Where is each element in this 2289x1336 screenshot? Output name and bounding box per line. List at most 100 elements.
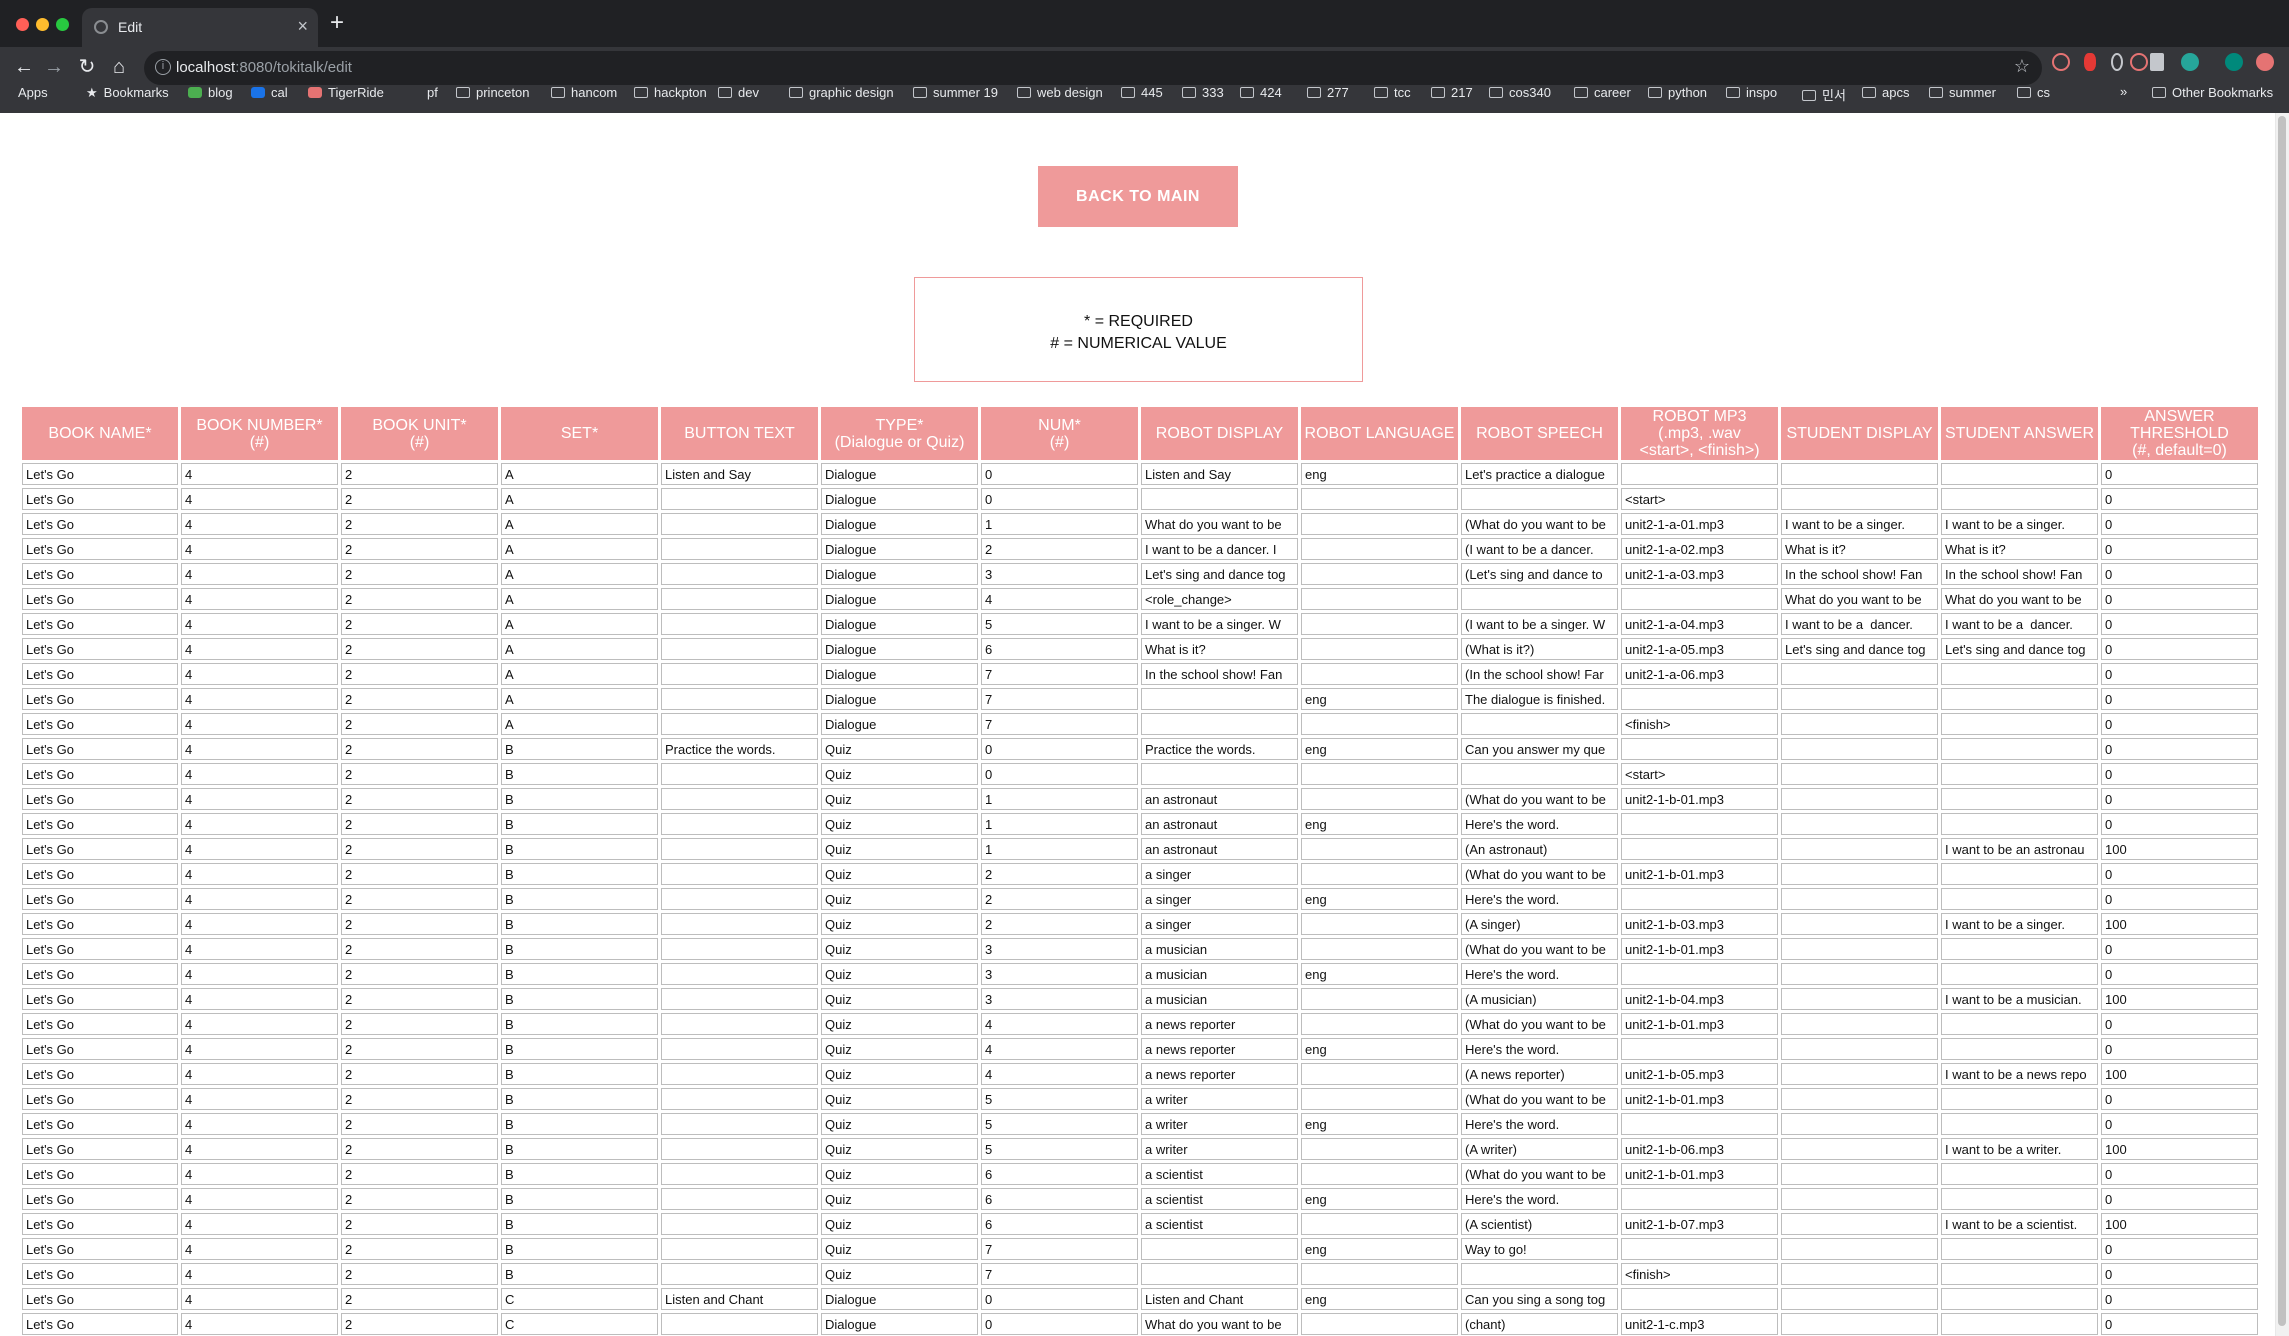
cell-input[interactable] <box>181 913 338 935</box>
cell-input[interactable] <box>341 613 498 635</box>
cell-input[interactable] <box>981 938 1138 960</box>
new-tab-button[interactable]: + <box>330 11 344 35</box>
cell-input[interactable] <box>1781 863 1938 885</box>
cell-input[interactable] <box>181 463 338 485</box>
back-arrow-icon[interactable]: ← <box>10 53 38 81</box>
cell-input[interactable] <box>22 813 178 835</box>
cell-input[interactable] <box>821 488 978 510</box>
cell-input[interactable] <box>1461 513 1618 535</box>
cell-input[interactable] <box>1141 788 1298 810</box>
cell-input[interactable] <box>1301 988 1458 1010</box>
cell-input[interactable] <box>1301 1113 1458 1135</box>
cell-input[interactable] <box>1461 913 1618 935</box>
cell-input[interactable] <box>661 1038 818 1060</box>
cell-input[interactable] <box>1141 1263 1298 1285</box>
cell-input[interactable] <box>341 1163 498 1185</box>
cell-input[interactable] <box>981 663 1138 685</box>
cell-input[interactable] <box>181 988 338 1010</box>
cell-input[interactable] <box>1941 663 2098 685</box>
cell-input[interactable] <box>981 1288 1138 1310</box>
cell-input[interactable] <box>1461 663 1618 685</box>
cell-input[interactable] <box>1941 1063 2098 1085</box>
cell-input[interactable] <box>1621 1063 1778 1085</box>
cell-input[interactable] <box>1621 463 1778 485</box>
cell-input[interactable] <box>821 1288 978 1310</box>
cell-input[interactable] <box>1301 1038 1458 1060</box>
cell-input[interactable] <box>1621 638 1778 660</box>
cell-input[interactable] <box>981 613 1138 635</box>
cell-input[interactable] <box>181 488 338 510</box>
cell-input[interactable] <box>501 663 658 685</box>
cell-input[interactable] <box>2101 1038 2258 1060</box>
cell-input[interactable] <box>501 888 658 910</box>
cell-input[interactable] <box>181 713 338 735</box>
cell-input[interactable] <box>821 838 978 860</box>
cell-input[interactable] <box>2101 713 2258 735</box>
cell-input[interactable] <box>2101 888 2258 910</box>
cell-input[interactable] <box>22 1313 178 1335</box>
cell-input[interactable] <box>181 1138 338 1160</box>
bookmark-17[interactable]: tcc <box>1374 85 1411 100</box>
cell-input[interactable] <box>821 1113 978 1135</box>
cell-input[interactable] <box>1941 538 2098 560</box>
cell-input[interactable] <box>2101 988 2258 1010</box>
cell-input[interactable] <box>2101 688 2258 710</box>
cell-input[interactable] <box>1621 1263 1778 1285</box>
bookmark-23[interactable]: 민서 <box>1802 85 1846 104</box>
cell-input[interactable] <box>22 1163 178 1185</box>
cell-input[interactable] <box>2101 463 2258 485</box>
cell-input[interactable] <box>1781 1263 1938 1285</box>
cell-input[interactable] <box>1301 763 1458 785</box>
cell-input[interactable] <box>1621 1313 1778 1335</box>
cell-input[interactable] <box>1461 613 1618 635</box>
cell-input[interactable] <box>22 788 178 810</box>
bookmark-15[interactable]: 424 <box>1240 85 1282 100</box>
bookmark-other-bookmarks[interactable]: Other Bookmarks <box>2152 85 2273 100</box>
cell-input[interactable] <box>1941 1213 2098 1235</box>
cell-input[interactable] <box>821 1138 978 1160</box>
cell-input[interactable] <box>1621 838 1778 860</box>
cell-input[interactable] <box>341 1038 498 1060</box>
pocket-extension-icon[interactable] <box>2130 53 2148 71</box>
cell-input[interactable] <box>1621 738 1778 760</box>
cell-input[interactable] <box>821 1213 978 1235</box>
cell-input[interactable] <box>1301 563 1458 585</box>
cell-input[interactable] <box>1301 663 1458 685</box>
cell-input[interactable] <box>1141 1038 1298 1060</box>
cell-input[interactable] <box>1781 663 1938 685</box>
bookmark-20[interactable]: career <box>1574 85 1631 100</box>
cell-input[interactable] <box>22 538 178 560</box>
cell-input[interactable] <box>22 463 178 485</box>
cell-input[interactable] <box>1781 1313 1938 1335</box>
cell-input[interactable] <box>181 1238 338 1260</box>
cell-input[interactable] <box>1781 1213 1938 1235</box>
document-extension-icon[interactable] <box>2150 53 2164 71</box>
cell-input[interactable] <box>821 913 978 935</box>
cell-input[interactable] <box>1621 1288 1778 1310</box>
bookmark-7[interactable]: hancom <box>551 85 617 100</box>
cell-input[interactable] <box>181 938 338 960</box>
cell-input[interactable] <box>1461 1188 1618 1210</box>
cell-input[interactable] <box>1781 513 1938 535</box>
cell-input[interactable] <box>2101 1163 2258 1185</box>
cell-input[interactable] <box>1461 1313 1618 1335</box>
bookmark-14[interactable]: 333 <box>1182 85 1224 100</box>
cell-input[interactable] <box>341 863 498 885</box>
cell-input[interactable] <box>501 463 658 485</box>
cell-input[interactable] <box>1781 963 1938 985</box>
cell-input[interactable] <box>22 713 178 735</box>
cell-input[interactable] <box>1141 563 1298 585</box>
cell-input[interactable] <box>1621 513 1778 535</box>
cell-input[interactable] <box>981 488 1138 510</box>
cell-input[interactable] <box>22 913 178 935</box>
cell-input[interactable] <box>981 1313 1138 1335</box>
cell-input[interactable] <box>981 588 1138 610</box>
cell-input[interactable] <box>1941 938 2098 960</box>
cell-input[interactable] <box>1301 463 1458 485</box>
cell-input[interactable] <box>1621 1188 1778 1210</box>
cell-input[interactable] <box>981 1063 1138 1085</box>
cell-input[interactable] <box>1461 988 1618 1010</box>
cell-input[interactable] <box>981 1263 1138 1285</box>
cell-input[interactable] <box>1621 1088 1778 1110</box>
forward-arrow-icon[interactable]: → <box>40 53 68 81</box>
